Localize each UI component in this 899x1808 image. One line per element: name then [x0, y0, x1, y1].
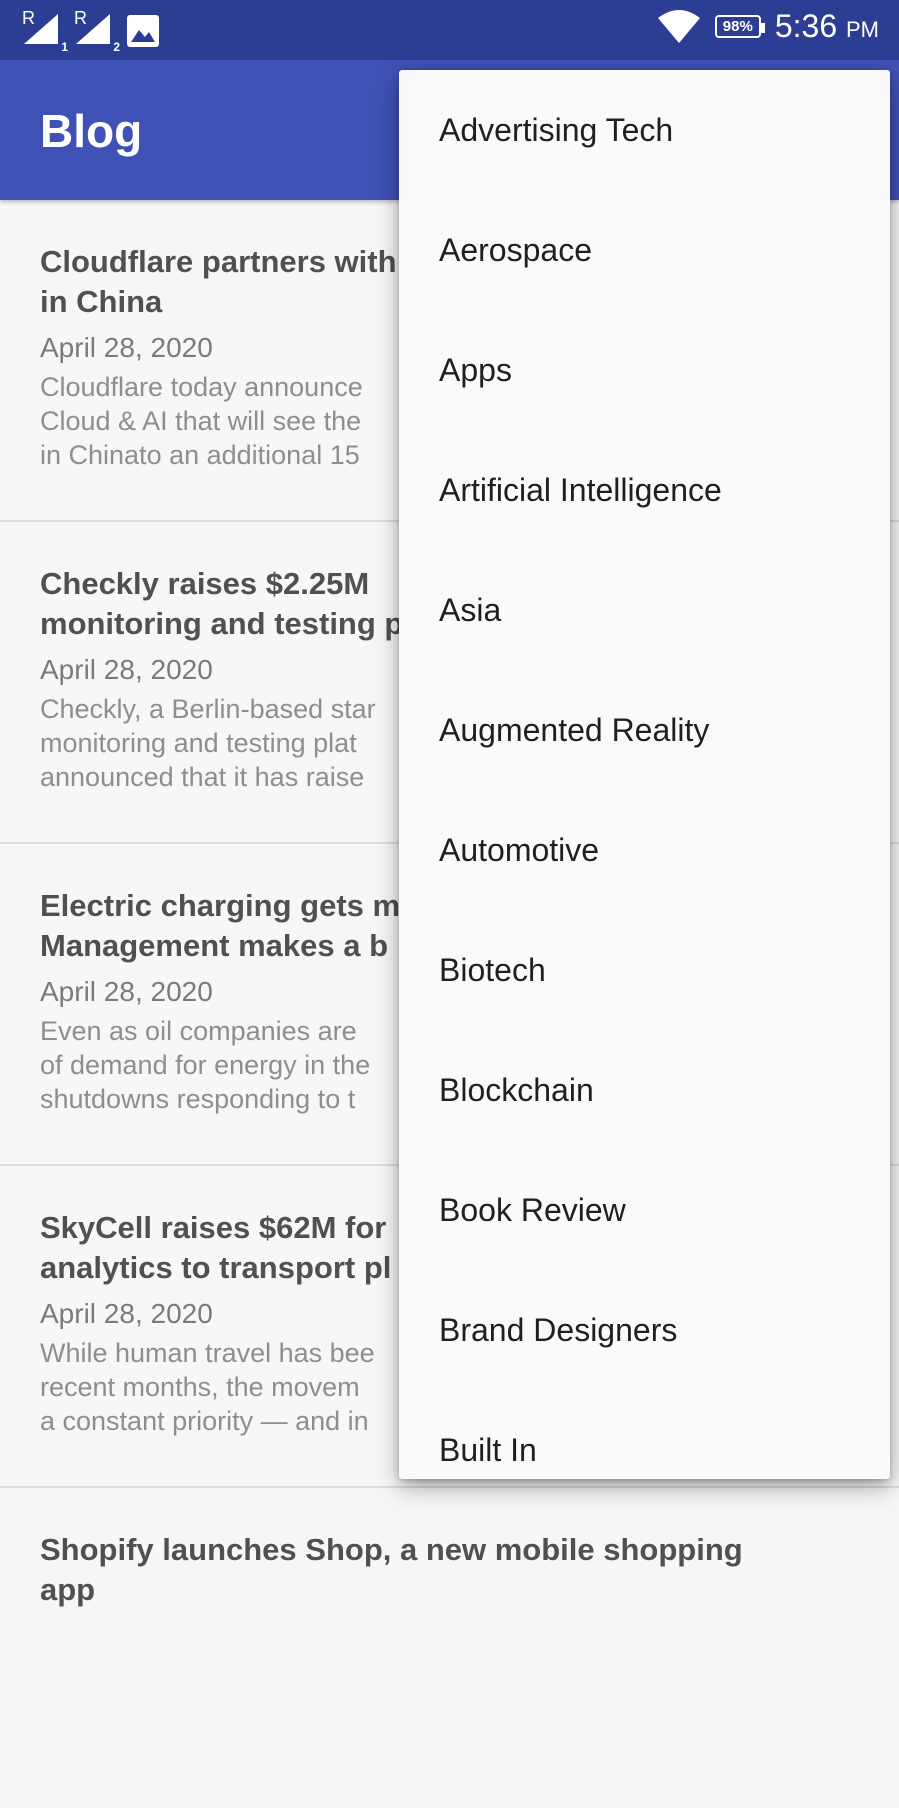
clock: 5:36 PM: [774, 8, 879, 44]
post-title: Shopify launches Shop, a new mobile shop…: [40, 1532, 743, 1607]
image-notification-icon: [127, 15, 159, 47]
app-title: Blog: [40, 105, 143, 157]
status-bar: R 1 R 2 98% 5:36 PM: [0, 0, 899, 60]
battery-indicator: 98%: [714, 15, 765, 38]
category-menu[interactable]: Advertising Tech Aerospace Apps Artifici…: [399, 70, 890, 1479]
menu-item-book-review[interactable]: Book Review: [399, 1150, 890, 1270]
menu-item-brand-designers[interactable]: Brand Designers: [399, 1270, 890, 1390]
status-left: R 1 R 2: [22, 8, 160, 54]
post-item[interactable]: Shopify launches Shop, a new mobile shop…: [0, 1488, 899, 1808]
menu-item-blockchain[interactable]: Blockchain: [399, 1030, 890, 1150]
menu-item-automotive[interactable]: Automotive: [399, 790, 890, 910]
status-right: 98% 5:36 PM: [657, 8, 879, 45]
menu-item-aerospace[interactable]: Aerospace: [399, 190, 890, 310]
menu-item-built-in[interactable]: Built In: [399, 1390, 890, 1479]
menu-item-asia[interactable]: Asia: [399, 550, 890, 670]
menu-item-artificial-intelligence[interactable]: Artificial Intelligence: [399, 430, 890, 550]
menu-item-biotech[interactable]: Biotech: [399, 910, 890, 1030]
signal-sim1: R 1: [22, 8, 68, 54]
menu-item-apps[interactable]: Apps: [399, 310, 890, 430]
menu-item-augmented-reality[interactable]: Augmented Reality: [399, 670, 890, 790]
signal-sim2: R 2: [74, 8, 120, 54]
menu-item-advertising-tech[interactable]: Advertising Tech: [399, 70, 890, 190]
wifi-icon: [657, 9, 700, 43]
